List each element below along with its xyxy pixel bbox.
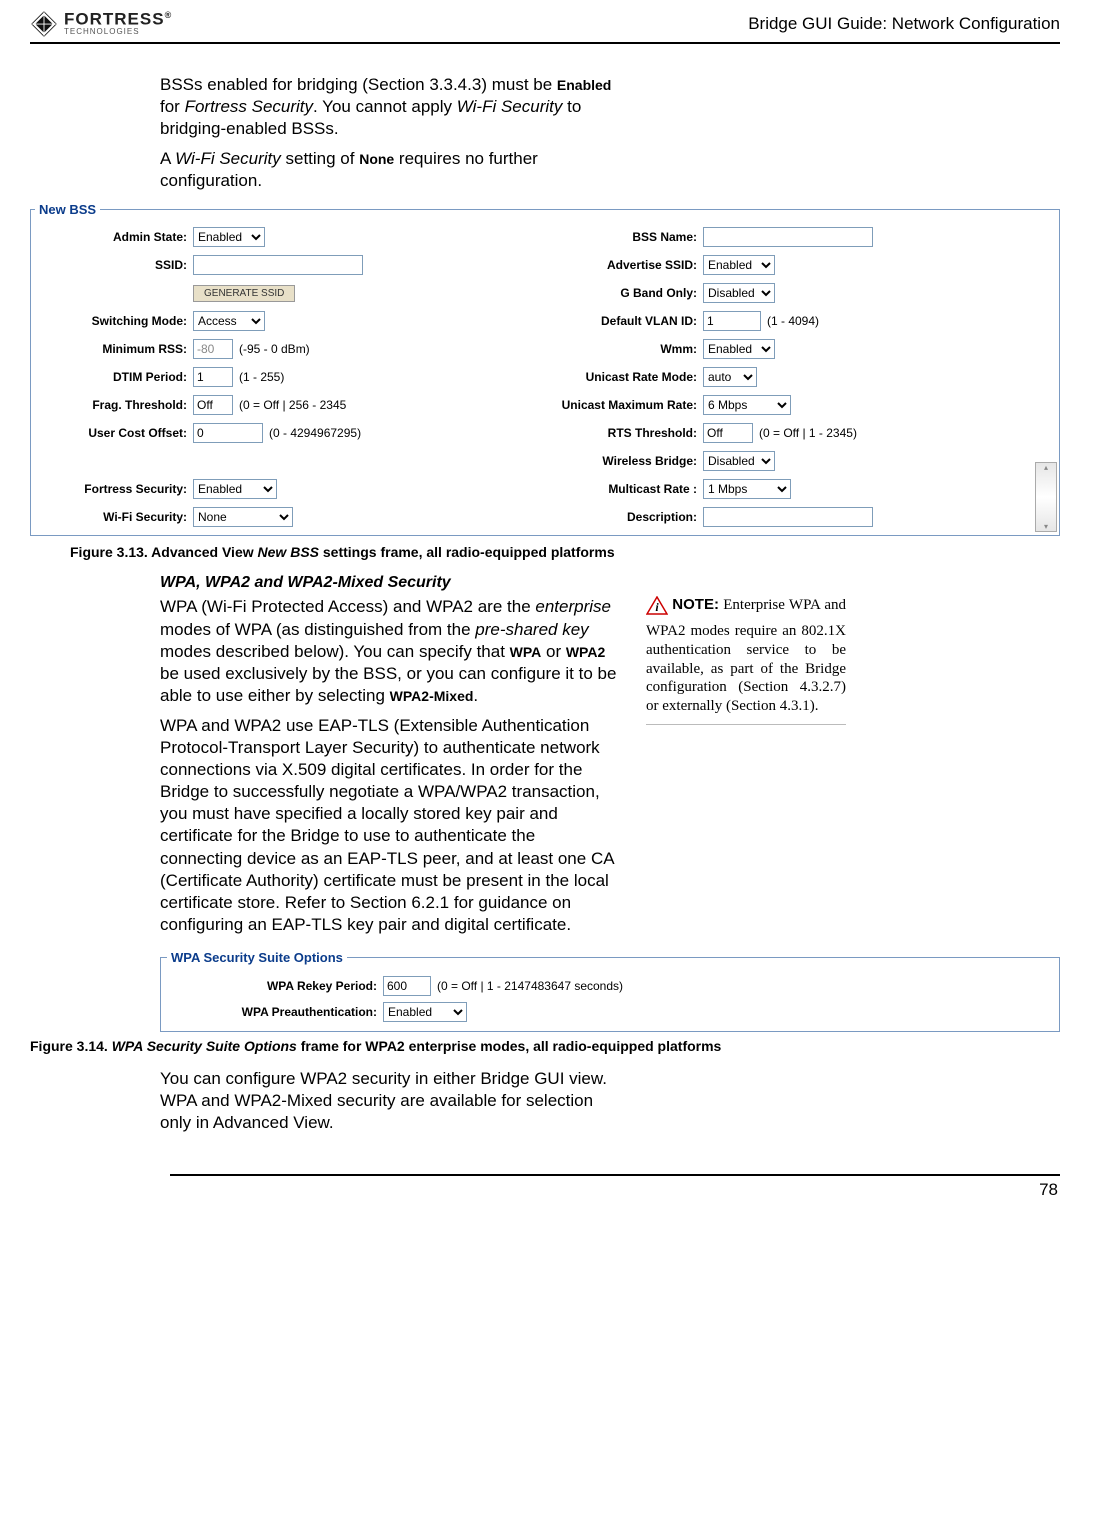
vlan-input[interactable] xyxy=(703,311,761,331)
wifi-sec-label: Wi-Fi Security: xyxy=(37,510,187,524)
rts-hint: (0 = Off | 1 - 2345) xyxy=(759,426,857,440)
mcast-label: Multicast Rate : xyxy=(547,482,697,496)
min-rss-input[interactable] xyxy=(193,339,233,359)
umax-label: Unicast Maximum Rate: xyxy=(547,398,697,412)
urate-mode-select[interactable]: auto xyxy=(703,367,757,387)
generate-ssid-button[interactable]: GENERATE SSID xyxy=(193,285,295,302)
svg-text:i: i xyxy=(655,600,659,614)
dtim-hint: (1 - 255) xyxy=(239,370,284,384)
footer-rule xyxy=(170,1174,1060,1176)
wbridge-select[interactable]: Disabled xyxy=(703,451,775,471)
bss-name-input[interactable] xyxy=(703,227,873,247)
brand-logo: FORTRESS® TECHNOLOGIES xyxy=(30,10,172,38)
note-info-icon: i xyxy=(646,596,668,622)
rekey-label: WPA Rekey Period: xyxy=(167,979,377,993)
intro-para-1: BSSs enabled for bridging (Section 3.3.4… xyxy=(160,74,620,140)
cost-label: User Cost Offset: xyxy=(37,426,187,440)
wmm-label: Wmm: xyxy=(547,342,697,356)
page-title: Bridge GUI Guide: Network Configuration xyxy=(748,14,1060,34)
intro-para-2: A Wi-Fi Security setting of None require… xyxy=(160,148,620,192)
rts-input[interactable] xyxy=(703,423,753,443)
vlan-hint: (1 - 4094) xyxy=(767,314,819,328)
umax-select[interactable]: 6 Mbps xyxy=(703,395,791,415)
adv-ssid-label: Advertise SSID: xyxy=(547,258,697,272)
urate-mode-label: Unicast Rate Mode: xyxy=(547,370,697,384)
rts-label: RTS Threshold: xyxy=(547,426,697,440)
figure-3-14-caption: Figure 3.14. WPA Security Suite Options … xyxy=(30,1038,1060,1054)
rekey-hint: (0 = Off | 1 - 2147483647 seconds) xyxy=(437,979,623,993)
preauth-select[interactable]: Enabled xyxy=(383,1002,467,1022)
frag-hint: (0 = Off | 256 - 2345 xyxy=(239,398,346,412)
scroll-up-icon[interactable]: ▴ xyxy=(1044,463,1048,472)
min-rss-label: Minimum RSS: xyxy=(37,342,187,356)
preauth-label: WPA Preauthentication: xyxy=(167,1005,377,1019)
note-text: Enterprise WPA and WPA2 modes require an… xyxy=(646,597,846,714)
frag-label: Frag. Threshold: xyxy=(37,398,187,412)
fortress-diamond-icon xyxy=(30,10,58,38)
wifi-sec-select[interactable]: None xyxy=(193,507,293,527)
switch-mode-label: Switching Mode: xyxy=(37,314,187,328)
figure-3-13-caption: Figure 3.13. Advanced View New BSS setti… xyxy=(70,544,1060,560)
new-bss-legend: New BSS xyxy=(35,202,100,217)
wmm-select[interactable]: Enabled xyxy=(703,339,775,359)
section-title: WPA, WPA2 and WPA2-Mixed Security xyxy=(160,574,1060,592)
cost-input[interactable] xyxy=(193,423,263,443)
page-header: FORTRESS® TECHNOLOGIES Bridge GUI Guide:… xyxy=(30,10,1060,44)
side-note: i NOTE: Enterprise WPA and WPA2 modes re… xyxy=(646,596,846,725)
closing-para: You can configure WPA2 security in eithe… xyxy=(160,1068,620,1134)
desc-label: Description: xyxy=(547,510,697,524)
wpa-para-1: WPA (Wi-Fi Protected Access) and WPA2 ar… xyxy=(160,596,620,706)
bss-name-label: BSS Name: xyxy=(547,230,697,244)
wbridge-label: Wireless Bridge: xyxy=(547,454,697,468)
scrollbar[interactable]: ▴▾ xyxy=(1035,462,1057,532)
admin-state-label: Admin State: xyxy=(37,230,187,244)
cost-hint: (0 - 4294967295) xyxy=(269,426,361,440)
gband-select[interactable]: Disabled xyxy=(703,283,775,303)
scroll-down-icon[interactable]: ▾ xyxy=(1044,522,1048,531)
fsec-select[interactable]: Enabled xyxy=(193,479,277,499)
frag-input[interactable] xyxy=(193,395,233,415)
wpa-options-legend: WPA Security Suite Options xyxy=(167,950,347,965)
min-rss-hint: (-95 - 0 dBm) xyxy=(239,342,310,356)
dtim-input[interactable] xyxy=(193,367,233,387)
new-bss-frame: New BSS Admin State: Enabled BSS Name: SS… xyxy=(30,202,1060,536)
vlan-label: Default VLAN ID: xyxy=(547,314,697,328)
ssid-input[interactable] xyxy=(193,255,363,275)
admin-state-select[interactable]: Enabled xyxy=(193,227,265,247)
note-label: NOTE: xyxy=(672,596,719,613)
ssid-label: SSID: xyxy=(37,258,187,272)
wpa-para-2: WPA and WPA2 use EAP-TLS (Extensible Aut… xyxy=(160,715,620,936)
rekey-input[interactable] xyxy=(383,976,431,996)
mcast-select[interactable]: 1 Mbps xyxy=(703,479,791,499)
fsec-label: Fortress Security: xyxy=(37,482,187,496)
wpa-options-frame: WPA Security Suite Options WPA Rekey Per… xyxy=(160,950,1060,1032)
page-number: 78 xyxy=(30,1180,1060,1200)
gband-label: G Band Only: xyxy=(547,286,697,300)
adv-ssid-select[interactable]: Enabled xyxy=(703,255,775,275)
desc-input[interactable] xyxy=(703,507,873,527)
dtim-label: DTIM Period: xyxy=(37,370,187,384)
switch-mode-select[interactable]: Access xyxy=(193,311,265,331)
